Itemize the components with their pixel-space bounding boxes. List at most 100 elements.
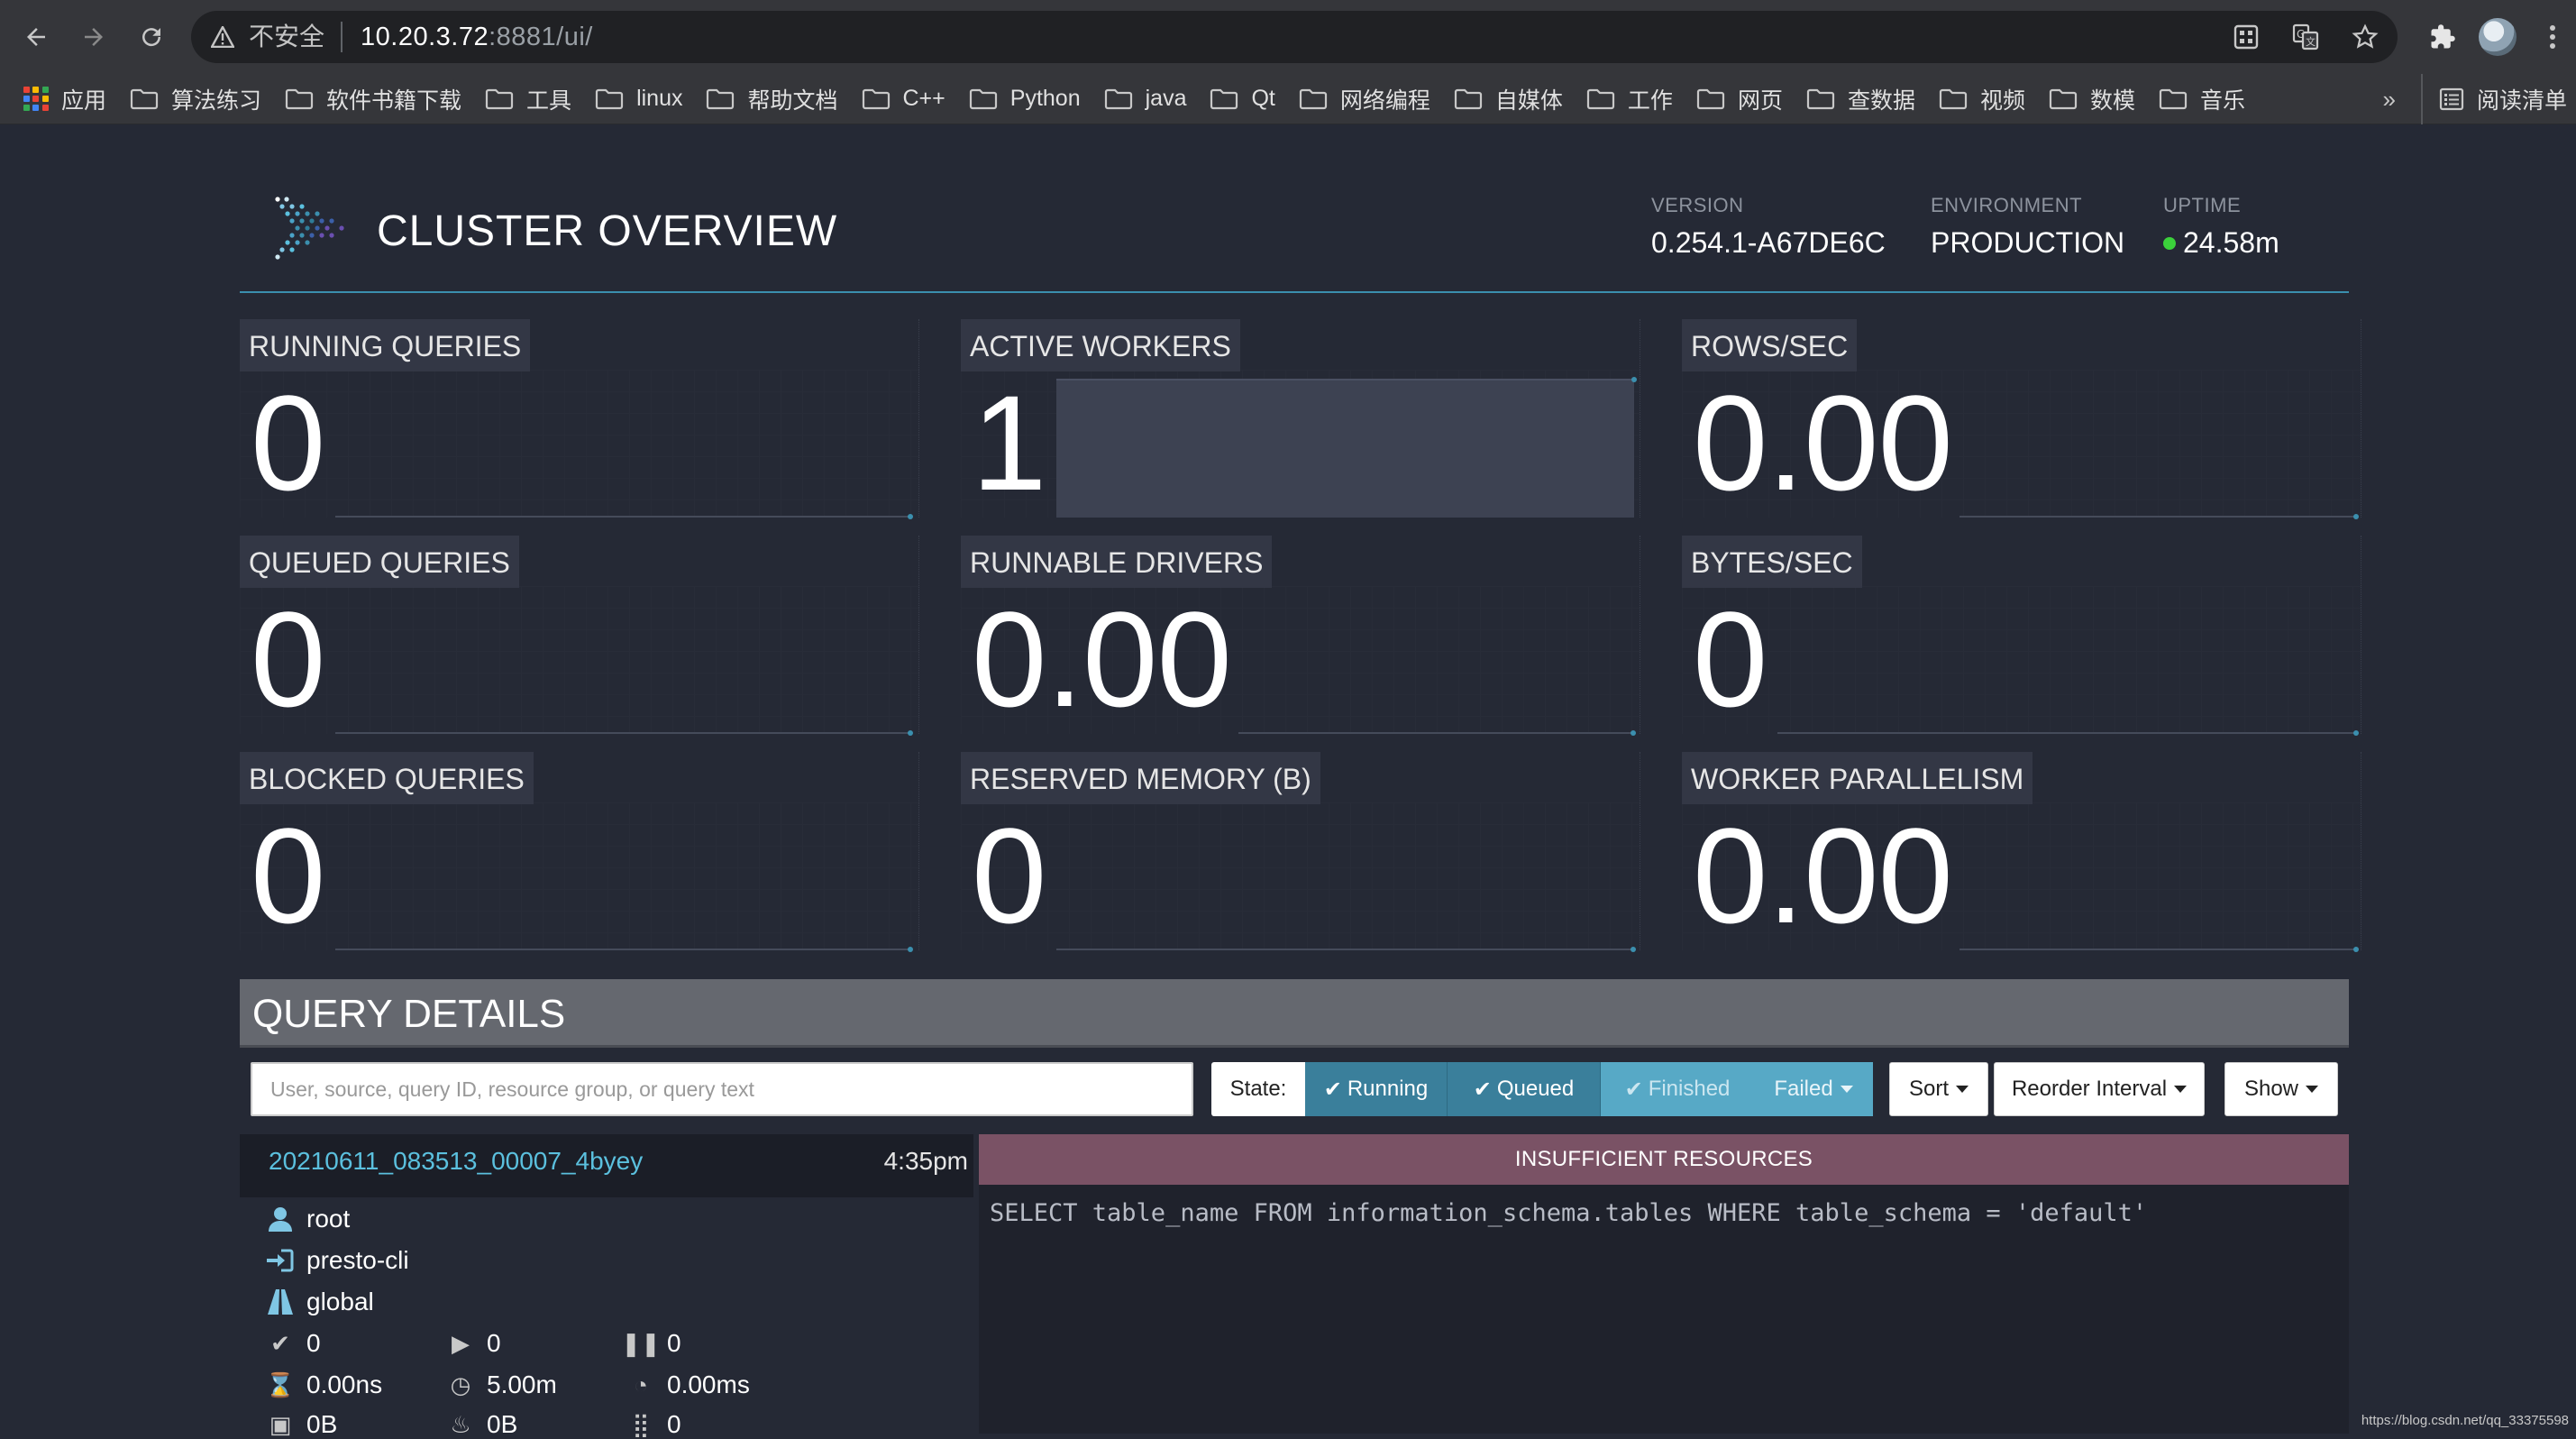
filter-running-label: Running xyxy=(1347,1077,1428,1102)
query-id-link[interactable]: 20210611_083513_00007_4byey xyxy=(269,1147,643,1176)
stat-value: 1 xyxy=(972,375,1046,510)
translate-icon[interactable]: G文 xyxy=(2289,21,2322,53)
bookmark-folder[interactable]: Qt xyxy=(1210,74,1274,124)
forward-icon[interactable] xyxy=(65,8,123,66)
query-details-header: QUERY DETAILS xyxy=(240,979,2349,1048)
sort-dropdown[interactable]: Sort xyxy=(1889,1062,1988,1116)
query-sql-text[interactable]: SELECT table_name FROM information_schem… xyxy=(979,1185,2349,1434)
query-time: 4:35pm xyxy=(884,1147,968,1176)
queued-splits-value: 0 xyxy=(667,1329,681,1358)
qr-code-icon[interactable] xyxy=(2230,21,2262,53)
road-icon xyxy=(267,1288,294,1315)
bookmark-folder[interactable]: Python xyxy=(969,74,1081,124)
environment-value: PRODUCTION xyxy=(1931,226,2124,260)
filter-queued-button[interactable]: ✔Queued xyxy=(1448,1062,1601,1116)
filter-failed-dropdown[interactable]: Failed xyxy=(1754,1062,1873,1116)
stat-value: 0 xyxy=(251,591,324,727)
chevron-down-icon xyxy=(1841,1086,1853,1093)
presto-logo-icon xyxy=(274,196,352,261)
bookmark-folder[interactable]: 音乐 xyxy=(2159,74,2245,124)
folder-icon xyxy=(1210,88,1238,110)
bookmark-folder[interactable]: 数模 xyxy=(2049,74,2135,124)
queued-splits: ❚❚0 xyxy=(627,1329,681,1358)
stat-label: RUNNING QUERIES xyxy=(240,319,530,371)
back-icon[interactable] xyxy=(7,8,65,66)
stat-running-queries: RUNNING QUERIES 0 xyxy=(240,319,919,518)
bookmark-folder[interactable]: linux xyxy=(595,74,682,124)
completed-splits-value: 0 xyxy=(306,1329,321,1358)
url-text[interactable]: 10.20.3.72:8881/ui/ xyxy=(361,23,593,52)
bookmark-folder[interactable]: 查数据 xyxy=(1806,74,1915,124)
chevron-down-icon xyxy=(1956,1086,1969,1093)
drivers-value: 0 xyxy=(667,1410,681,1439)
reorder-interval-dropdown[interactable]: Reorder Interval xyxy=(1994,1062,2205,1116)
extensions-icon[interactable] xyxy=(2426,21,2459,53)
browser-toolbar: 不安全 10.20.3.72:8881/ui/ G文 xyxy=(0,0,2576,74)
current-memory-value: 0B xyxy=(306,1410,337,1439)
stat-value: 0.00 xyxy=(972,591,1231,727)
stat-blocked-queries: BLOCKED QUERIES 0 xyxy=(240,752,919,950)
folder-icon xyxy=(706,88,735,110)
insecure-label[interactable]: 不安全 xyxy=(249,22,343,52)
version-value: 0.254.1-A67DE6C xyxy=(1651,226,1886,260)
bookmark-apps[interactable]: 应用 xyxy=(23,74,106,124)
wall-time: ⌛0.00ns xyxy=(267,1370,382,1399)
folder-icon xyxy=(2159,88,2188,110)
folder-icon xyxy=(1939,88,1968,110)
page-title: CLUSTER OVERVIEW xyxy=(377,206,837,256)
bookmark-folder[interactable]: 自媒体 xyxy=(1454,74,1563,124)
bookmark-star-icon[interactable] xyxy=(2349,21,2381,53)
folder-icon xyxy=(130,88,159,110)
bookmark-label: Qt xyxy=(1251,86,1274,112)
bookmark-label: 音乐 xyxy=(2200,83,2245,115)
bookmark-folder[interactable]: 软件书籍下载 xyxy=(285,74,461,124)
stat-label: RUNNABLE DRIVERS xyxy=(961,536,1272,588)
bookmark-folder[interactable]: 工作 xyxy=(1586,74,1673,124)
peak-memory-value: 0B xyxy=(487,1410,517,1439)
bookmark-label: 工作 xyxy=(1628,83,1673,115)
bookmark-label: 数模 xyxy=(2090,83,2135,115)
environment-block: ENVIRONMENT PRODUCTION xyxy=(1931,194,2124,260)
url-path: :8881/ui/ xyxy=(489,23,593,51)
reload-icon[interactable] xyxy=(123,8,180,66)
query-user-value: root xyxy=(306,1205,350,1233)
stat-runnable-drivers: RUNNABLE DRIVERS 0.00 xyxy=(961,536,1640,734)
stat-label: BLOCKED QUERIES xyxy=(240,752,534,804)
bookmark-folder[interactable]: 视频 xyxy=(1939,74,2025,124)
bookmark-folder[interactable]: 工具 xyxy=(485,74,571,124)
show-dropdown[interactable]: Show xyxy=(2224,1062,2338,1116)
uptime-block: UPTIME 24.58m xyxy=(2163,194,2279,260)
filter-finished-button[interactable]: ✔Finished xyxy=(1601,1062,1754,1116)
bookmark-folder[interactable]: 网络编程 xyxy=(1299,74,1430,124)
stat-value: 0 xyxy=(251,808,324,943)
folder-icon xyxy=(1454,88,1483,110)
uptime-value: 24.58m xyxy=(2183,226,2279,260)
bookmark-folder[interactable]: C++ xyxy=(862,74,945,124)
bookmark-folder[interactable]: java xyxy=(1104,74,1187,124)
address-bar[interactable]: 不安全 10.20.3.72:8881/ui/ G文 xyxy=(191,11,2398,63)
reading-list-button[interactable]: 阅读清单 xyxy=(2421,74,2567,124)
bookmark-label: C++ xyxy=(903,86,945,112)
folder-icon xyxy=(595,88,624,110)
menu-dots-icon[interactable] xyxy=(2536,21,2569,53)
stat-label: ROWS/SEC xyxy=(1682,319,1857,371)
bar-chart-icon: ⣿ xyxy=(627,1411,654,1438)
check-icon: ✔ xyxy=(1324,1077,1342,1103)
stat-worker-parallelism: WORKER PARALLELISM 0.00 xyxy=(1682,752,2361,950)
bookmark-folder[interactable]: 算法练习 xyxy=(130,74,261,124)
query-detail-panel: INSUFFICIENT RESOURCES SELECT table_name… xyxy=(979,1134,2349,1433)
bookmark-label: linux xyxy=(636,86,682,112)
bookmarks-more-button[interactable]: » xyxy=(2383,74,2396,124)
profile-avatar[interactable] xyxy=(2479,18,2517,56)
warning-icon[interactable] xyxy=(211,25,234,49)
filter-running-button[interactable]: ✔Running xyxy=(1305,1062,1448,1116)
stat-value: 0.00 xyxy=(1693,808,1952,943)
stat-label: RESERVED MEMORY (B) xyxy=(961,752,1320,804)
dashboard-icon: ◔ xyxy=(627,1371,654,1398)
query-search-input[interactable]: User, source, query ID, resource group, … xyxy=(251,1062,1193,1116)
query-source: presto-cli xyxy=(267,1246,409,1275)
check-icon: ✔ xyxy=(267,1330,294,1357)
folder-icon xyxy=(2049,88,2078,110)
bookmark-folder[interactable]: 帮助文档 xyxy=(706,74,837,124)
bookmark-folder[interactable]: 网页 xyxy=(1696,74,1783,124)
